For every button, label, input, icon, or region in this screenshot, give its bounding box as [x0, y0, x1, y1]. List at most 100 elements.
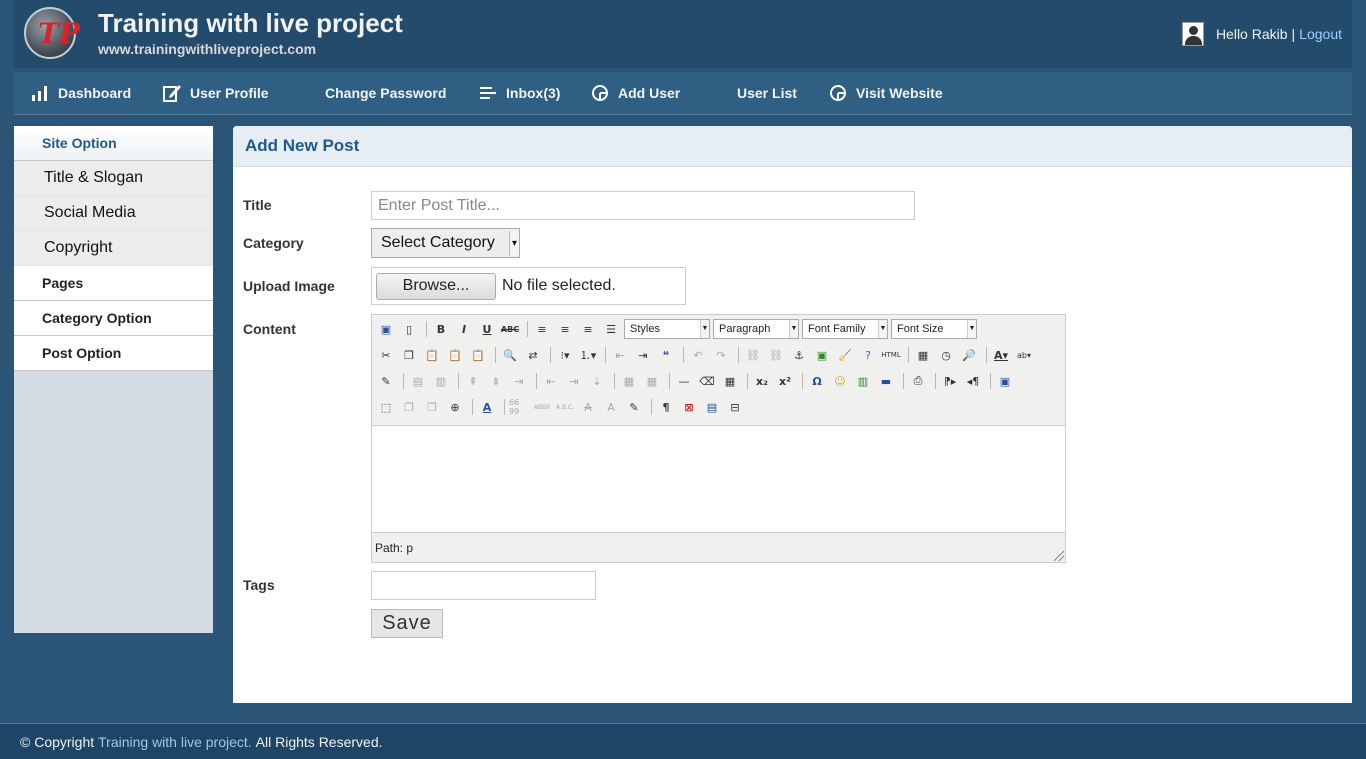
abbr-icon[interactable]: ABBR: [532, 397, 552, 417]
hr-advanced-icon[interactable]: ▬: [876, 371, 896, 391]
nav-add-user[interactable]: Add User: [590, 72, 680, 114]
paste-icon[interactable]: 📋: [422, 345, 442, 365]
visual-chars-icon[interactable]: ¶: [656, 397, 676, 417]
highlight-icon[interactable]: ab▾: [1014, 345, 1034, 365]
sidebar-group-site-option[interactable]: Site Option: [14, 126, 213, 161]
paste-text-icon[interactable]: 📋: [445, 345, 465, 365]
special-char-icon[interactable]: Ω: [807, 371, 827, 391]
col-before-icon[interactable]: ⇤: [541, 371, 561, 391]
strikethrough-icon[interactable]: ABC: [500, 319, 520, 339]
undo-icon[interactable]: ↶: [688, 345, 708, 365]
bold-icon[interactable]: B: [431, 319, 451, 339]
cite-icon[interactable]: 66 99: [509, 397, 529, 417]
split-cells-icon[interactable]: ▦: [619, 371, 639, 391]
align-justify-icon[interactable]: ☰: [601, 319, 621, 339]
pagebreak-icon[interactable]: ⊟: [725, 397, 745, 417]
rtl-icon[interactable]: ◂¶: [963, 371, 983, 391]
horizontal-rule-icon[interactable]: —: [674, 371, 694, 391]
anchor-icon[interactable]: ⚓: [789, 345, 809, 365]
link-icon[interactable]: ⛓: [743, 345, 763, 365]
replace-icon[interactable]: ⇄: [523, 345, 543, 365]
del-icon[interactable]: A: [578, 397, 598, 417]
unlink-icon[interactable]: ⛓: [766, 345, 786, 365]
emoticon-icon[interactable]: ☺: [830, 371, 850, 391]
site-logo[interactable]: TP: [24, 7, 80, 59]
nav-change-password[interactable]: Change Password: [325, 72, 446, 114]
text-color-icon[interactable]: A▾: [991, 345, 1011, 365]
resize-handle-icon[interactable]: [1054, 551, 1064, 561]
sidebar-group-pages[interactable]: Pages: [14, 266, 213, 301]
category-select[interactable]: Select Category ▾: [371, 228, 520, 258]
tags-input[interactable]: [371, 571, 596, 600]
attributes-icon[interactable]: ✎: [624, 397, 644, 417]
nav-inbox[interactable]: Inbox(3): [478, 72, 560, 114]
bullet-list-icon[interactable]: ⁝▾: [555, 345, 575, 365]
sidebar-item-copyright[interactable]: Copyright: [14, 231, 213, 266]
nav-user-profile[interactable]: User Profile: [162, 72, 269, 114]
edit-source-icon[interactable]: ✎: [376, 371, 396, 391]
sidebar-item-title-slogan[interactable]: Title & Slogan: [14, 161, 213, 196]
font-size-dropdown[interactable]: Font Size ▼: [891, 319, 977, 339]
insert-layer-icon[interactable]: ⬚: [376, 397, 396, 417]
help-icon[interactable]: ?: [858, 345, 878, 365]
paragraph-dropdown[interactable]: Paragraph ▼: [713, 319, 799, 339]
editor-content-area[interactable]: [372, 425, 1065, 533]
indent-icon[interactable]: ⇥: [633, 345, 653, 365]
blockquote-icon[interactable]: ❝: [656, 345, 676, 365]
numbered-list-icon[interactable]: ⒈▾: [578, 345, 598, 365]
subscript-icon[interactable]: x₂: [752, 371, 772, 391]
cleanup-icon[interactable]: 🧹: [835, 345, 855, 365]
preview-icon[interactable]: 🔎: [959, 345, 979, 365]
remove-format-icon[interactable]: ⌫: [697, 371, 717, 391]
col-after-icon[interactable]: ⇥: [564, 371, 584, 391]
fullscreen-icon[interactable]: ▣: [995, 371, 1015, 391]
font-family-dropdown[interactable]: Font Family ▼: [802, 319, 888, 339]
italic-icon[interactable]: I: [454, 319, 474, 339]
delete-col-icon[interactable]: ⇣: [587, 371, 607, 391]
nav-dashboard[interactable]: Dashboard: [30, 72, 131, 114]
title-input[interactable]: [371, 191, 915, 220]
html-icon[interactable]: HTML: [881, 345, 901, 365]
print-icon[interactable]: ⎙: [908, 371, 928, 391]
ins-icon[interactable]: A: [601, 397, 621, 417]
sidebar-item-social-media[interactable]: Social Media: [14, 196, 213, 231]
acronym-icon[interactable]: A.B.C.: [555, 397, 575, 417]
styleprops-icon[interactable]: A: [477, 397, 497, 417]
row-after-icon[interactable]: ⇟: [486, 371, 506, 391]
copy-icon[interactable]: ❐: [399, 345, 419, 365]
align-right-icon[interactable]: ≡: [578, 319, 598, 339]
insert-time-icon[interactable]: ◷: [936, 345, 956, 365]
browse-button[interactable]: Browse...: [376, 272, 496, 300]
new-document-icon[interactable]: ▯: [399, 319, 419, 339]
save-icon[interactable]: ▣: [376, 319, 396, 339]
underline-icon[interactable]: U: [477, 319, 497, 339]
move-backward-icon[interactable]: ❐: [422, 397, 442, 417]
sidebar-group-category-option[interactable]: Category Option: [14, 301, 213, 336]
delete-row-icon[interactable]: ⇥: [509, 371, 529, 391]
template-icon[interactable]: ▤: [702, 397, 722, 417]
align-left-icon[interactable]: ≡: [532, 319, 552, 339]
nav-visit-website[interactable]: Visit Website: [828, 72, 943, 114]
row-before-icon[interactable]: ⇞: [463, 371, 483, 391]
merge-cells-icon[interactable]: ▦: [642, 371, 662, 391]
styles-dropdown[interactable]: Styles ▼: [624, 319, 710, 339]
ltr-icon[interactable]: ⁋▸: [940, 371, 960, 391]
find-icon[interactable]: 🔍: [500, 345, 520, 365]
image-icon[interactable]: ▣: [812, 345, 832, 365]
cut-icon[interactable]: ✂: [376, 345, 396, 365]
sidebar-group-post-option[interactable]: Post Option: [14, 336, 213, 371]
footer-brand-link[interactable]: Training with live project.: [98, 734, 252, 750]
table-icon[interactable]: ▦: [720, 371, 740, 391]
outdent-icon[interactable]: ⇤: [610, 345, 630, 365]
paste-word-icon[interactable]: 📋: [468, 345, 488, 365]
table-row-props-icon[interactable]: ▤: [408, 371, 428, 391]
table-cell-props-icon[interactable]: ▥: [431, 371, 451, 391]
superscript-icon[interactable]: x²: [775, 371, 795, 391]
save-button[interactable]: Save: [371, 609, 443, 638]
logout-link[interactable]: Logout: [1299, 26, 1342, 42]
align-center-icon[interactable]: ≡: [555, 319, 575, 339]
redo-icon[interactable]: ↷: [711, 345, 731, 365]
insert-date-icon[interactable]: ▦: [913, 345, 933, 365]
absolute-icon[interactable]: ⊕: [445, 397, 465, 417]
move-forward-icon[interactable]: ❐: [399, 397, 419, 417]
